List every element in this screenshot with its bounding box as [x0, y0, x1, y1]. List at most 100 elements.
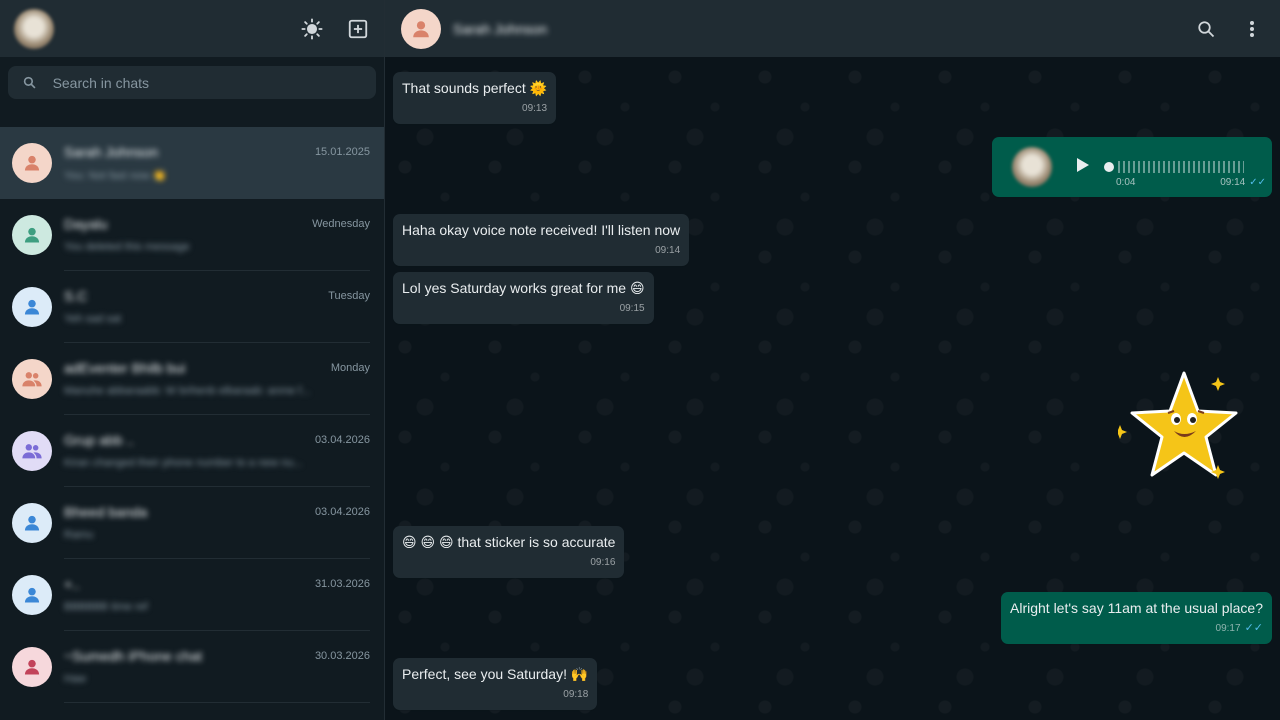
sidebar-actions [300, 17, 370, 41]
chat-avatar [12, 215, 52, 255]
chat-avatar [12, 575, 52, 615]
chat-body: Sarah Johnson 15.01.2025 You: Not fast n… [64, 127, 370, 199]
chat-body: Bheed banda 03.04.2026 Ramu [64, 487, 370, 559]
chat-time: 03.04.2026 [314, 434, 370, 446]
chat-row: +.. 31.03.2026 [64, 576, 370, 592]
sidebar: Sarah Johnson 15.01.2025 You: Not fast n… [0, 0, 385, 720]
chat-name: Dayalu [64, 216, 108, 232]
message-area[interactable]: That sounds perfect 🌞 09:13 0:04 09:14 ✓… [385, 57, 1280, 720]
chat-preview: Yeh sad sat [64, 313, 122, 325]
message-incoming[interactable]: Haha okay voice note received! I'll list… [393, 214, 690, 266]
chat-body: Dayalu Wednesday You deleted this messag… [64, 199, 370, 271]
theme-toggle-icon[interactable] [300, 17, 324, 41]
chat-row: ~Sumedh iPhone chat 30.03.2026 [64, 648, 370, 664]
message-incoming[interactable]: 😄 😄 😄 that sticker is so accurate 09:16 [393, 526, 625, 578]
message-time: 09:15 [619, 303, 645, 314]
chat-preview: BBBBBB time ref [64, 601, 148, 613]
chat-list-item[interactable]: Grup abb .. 03.04.2026 Kiran changed the… [0, 415, 384, 487]
search-input[interactable] [52, 74, 362, 91]
chat-time: 03.04.2026 [314, 506, 370, 518]
chat-list-item[interactable]: adEventer Bhilb bui Monday Manuhe abbara… [0, 343, 384, 415]
chat-avatar [12, 647, 52, 687]
person-icon [22, 297, 42, 317]
play-icon[interactable] [1076, 157, 1090, 178]
app: Sarah Johnson 15.01.2025 You: Not fast n… [0, 0, 1280, 720]
message-text: Haha okay voice note received! I'll list… [402, 222, 681, 238]
sidebar-header [0, 0, 384, 57]
chat-list-item[interactable]: S.C Tuesday Yeh sad sat [0, 271, 384, 343]
person-icon [22, 225, 42, 245]
person-icon [22, 513, 42, 533]
contact-name[interactable]: Sarah Johnson [453, 21, 547, 37]
chat-list-item[interactable]: ~Sumedh iPhone chat 30.03.2026 Haw [0, 631, 384, 703]
chat-row: adEventer Bhilb bui Monday [64, 360, 370, 376]
chat-preview: Kiran changed their phone number to a ne… [64, 457, 303, 469]
waveform-bars [1118, 161, 1244, 173]
message-text: 😄 😄 😄 that sticker is so accurate [402, 534, 616, 550]
message-incoming[interactable]: Lol yes Saturday works great for me 😄 09… [393, 272, 654, 324]
chat-row: Dayalu Wednesday [64, 216, 370, 232]
message-time-row: 09:17 ✓✓ [1010, 619, 1263, 638]
chat-name: adEventer Bhilb bui [64, 360, 186, 376]
message-time: 09:17 [1215, 623, 1241, 634]
chat-time: Monday [330, 362, 370, 374]
message-incoming[interactable]: Perfect, see you Saturday! 🙌 09:18 [393, 658, 598, 710]
chat-list-item[interactable]: Bheed banda 03.04.2026 Ramu [0, 487, 384, 559]
message-time: 09:16 [590, 557, 616, 568]
chat-body: Grup abb .. 03.04.2026 Kiran changed the… [64, 415, 370, 487]
chat-body: S.C Tuesday Yeh sad sat [64, 271, 370, 343]
chat-name: +.. [64, 576, 80, 592]
message-text: Lol yes Saturday works great for me 😄 [402, 280, 645, 296]
playback-handle[interactable] [1104, 162, 1114, 172]
chat-time: 30.03.2026 [314, 650, 370, 662]
chat-preview: Manuhe abbaraabb: W brihenb elbaraab: an… [64, 385, 311, 397]
new-chat-icon[interactable] [346, 17, 370, 41]
chat-avatar [12, 143, 52, 183]
voice-waveform[interactable] [1104, 157, 1244, 177]
chat-list-item[interactable]: Sarah Johnson 15.01.2025 You: Not fast n… [0, 127, 384, 199]
conversation-actions [1194, 17, 1264, 41]
sender-avatar [1012, 147, 1052, 187]
person-icon [413, 20, 429, 37]
chat-list-item[interactable]: +.. 31.03.2026 BBBBBB time ref [0, 559, 384, 631]
chat-time: 31.03.2026 [314, 578, 370, 590]
chat-row: Bheed banda 03.04.2026 [64, 504, 370, 520]
group-icon [21, 440, 43, 462]
search-icon[interactable] [1194, 17, 1218, 41]
search-bar [0, 57, 384, 127]
voice-message-outgoing[interactable]: 0:04 09:14 ✓✓ [992, 137, 1272, 197]
read-ticks-icon: ✓✓ [1244, 622, 1263, 634]
contact-avatar[interactable] [401, 8, 441, 49]
message-text: Alright let's say 11am at the usual plac… [1010, 600, 1263, 616]
message-time: 09:14 [1220, 177, 1246, 188]
chat-preview: You deleted this message [64, 241, 190, 253]
person-icon [22, 153, 42, 173]
conversation-pane: Sarah Johnson That sounds perfect 🌞 09:1… [385, 0, 1280, 720]
message-time: 09:13 [522, 103, 548, 114]
read-ticks-icon: ✓✓ [1249, 177, 1266, 188]
chat-preview: Haw [64, 673, 87, 685]
chat-avatar [12, 431, 52, 471]
chat-body: ~Sumedh iPhone chat 30.03.2026 Haw [64, 631, 370, 703]
conversation-header: Sarah Johnson [385, 0, 1280, 57]
chat-name: Sarah Johnson [64, 143, 159, 160]
chat-avatar [12, 287, 52, 327]
message-text: That sounds perfect 🌞 [402, 80, 548, 96]
chat-list: Sarah Johnson 15.01.2025 You: Not fast n… [0, 127, 384, 720]
chat-time: 15.01.2025 [314, 145, 370, 158]
my-profile-avatar[interactable] [14, 8, 54, 49]
chat-list-item[interactable]: Dayalu Wednesday You deleted this messag… [0, 199, 384, 271]
person-icon [22, 657, 42, 677]
menu-dots-icon[interactable] [1240, 17, 1264, 41]
chat-name: S.C [64, 288, 88, 304]
message-time: 09:18 [563, 689, 589, 700]
person-icon [22, 585, 42, 605]
chat-preview: Ramu [64, 529, 94, 541]
search-box[interactable] [8, 66, 376, 99]
star-sticker[interactable] [1113, 371, 1238, 485]
chat-row: S.C Tuesday [64, 288, 370, 304]
message-outgoing[interactable]: Alright let's say 11am at the usual plac… [1001, 592, 1272, 644]
chat-row: Sarah Johnson 15.01.2025 [64, 144, 370, 160]
message-incoming[interactable]: That sounds perfect 🌞 09:13 [393, 72, 557, 124]
chat-row: Grup abb .. 03.04.2026 [64, 432, 370, 448]
